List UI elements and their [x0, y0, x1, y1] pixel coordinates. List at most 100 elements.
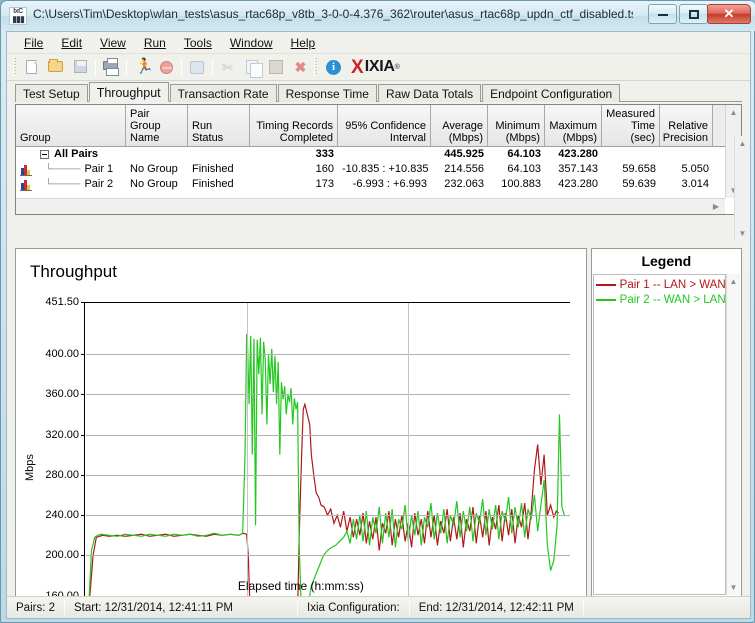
grid-column-header[interactable]: Pair Group Name: [126, 105, 188, 146]
legend-color-swatch: [595, 283, 616, 286]
collapse-expander-icon[interactable]: [40, 150, 49, 159]
status-configuration: Ixia Configuration:: [307, 601, 400, 614]
new-icon[interactable]: [20, 56, 44, 78]
column-header-line: Maximum: [549, 120, 597, 132]
y-tick-label: 320.00: [45, 428, 79, 441]
scroll-right-icon[interactable]: ▶: [709, 199, 723, 214]
menu-item-file[interactable]: File: [15, 34, 52, 52]
legend-label: Pair 2 -- WAN > LAN: [619, 293, 726, 306]
group-cell: All Pairs: [16, 148, 126, 161]
stop-icon[interactable]: [154, 56, 178, 78]
pair-group-name-cell: No Group: [130, 163, 178, 175]
run-icon[interactable]: 🏃: [130, 56, 154, 78]
doc-scroll-down-icon[interactable]: ▼: [735, 226, 750, 241]
maximum-cell: 423.280: [558, 148, 598, 160]
grid-column-header[interactable]: 95% Confidence Interval: [338, 105, 431, 146]
grid-horizontal-scrollbar[interactable]: ▶: [16, 198, 725, 214]
timing-records-cell: 333: [315, 148, 334, 160]
print-icon[interactable]: [99, 56, 123, 78]
status-divider-4: [582, 600, 584, 615]
grid-column-header[interactable]: Group: [16, 105, 126, 146]
menu-item-help[interactable]: Help: [282, 34, 325, 52]
minimum-cell: 64.103: [507, 148, 541, 160]
copy-icon[interactable]: [240, 56, 264, 78]
window-title: C:\Users\Tim\Desktop\wlan_tests\asus_rta…: [33, 7, 633, 21]
legend-vertical-scrollbar[interactable]: ▲ ▼: [726, 274, 740, 595]
grid-column-header[interactable]: Average (Mbps): [431, 105, 488, 146]
table-row[interactable]: All Pairs 333 445.925 64.103 423.280: [16, 147, 741, 162]
ixia-trademark: ®: [394, 63, 400, 71]
grid-column-header[interactable]: Timing Records Completed: [250, 105, 338, 146]
minimize-button[interactable]: [648, 4, 677, 24]
refresh-icon[interactable]: [185, 56, 209, 78]
grid-column-header[interactable]: Minimum (Mbps): [488, 105, 545, 146]
paste-icon[interactable]: [264, 56, 288, 78]
tab-raw-data-totals[interactable]: Raw Data Totals: [377, 84, 482, 102]
app-icon: IxC ▮▮▮: [9, 7, 27, 25]
column-header-line: (Mbps): [505, 132, 540, 144]
grid-column-header[interactable]: Maximum (Mbps): [545, 105, 602, 146]
table-row[interactable]: └──── Pair 1 No Group Finished 160 -10.835 : …: [16, 162, 741, 177]
menu-item-edit[interactable]: Edit: [52, 34, 91, 52]
column-header-line: Minimum: [495, 120, 540, 132]
chart-series-line: [87, 333, 565, 612]
results-grid: Group Pair Group Name Run Status Timing Reco…: [15, 104, 742, 215]
tab-endpoint-configuration[interactable]: Endpoint Configuration: [482, 84, 621, 102]
document-vertical-scrollbar[interactable]: ▲ ▼: [734, 136, 750, 241]
chart-title: Throughput: [30, 262, 117, 281]
ixia-logo: X IXIA ®: [351, 58, 400, 77]
toolbar-grip[interactable]: [13, 58, 16, 76]
average-cell: 214.556: [444, 163, 484, 175]
menu-item-window[interactable]: Window: [221, 34, 282, 52]
chart-row-icon[interactable]: [20, 179, 33, 191]
column-header-line: 95% Confidence: [345, 120, 426, 132]
confidence-interval-cell: -6.993 : +6.993: [352, 178, 427, 190]
cut-icon[interactable]: ✄: [216, 56, 240, 78]
tab-transaction-rate[interactable]: Transaction Rate: [169, 84, 277, 102]
doc-scroll-up-icon[interactable]: ▲: [735, 136, 750, 151]
column-header-line: Run Status: [192, 120, 224, 144]
info-icon[interactable]: i: [321, 56, 345, 78]
maximize-button[interactable]: [679, 4, 708, 24]
grid-column-header[interactable]: Measured Time (sec): [602, 105, 660, 146]
run-status-cell: Finished: [192, 178, 234, 190]
grid-header-row: Group Pair Group Name Run Status Timing Reco…: [16, 105, 741, 147]
menu-item-tools[interactable]: Tools: [175, 34, 221, 52]
legend-title: Legend: [591, 249, 741, 273]
scroll-up-icon[interactable]: ▲: [726, 105, 741, 120]
legend-scroll-down-icon[interactable]: ▼: [727, 580, 740, 595]
table-row[interactable]: └──── Pair 2 No Group Finished 173 -6.993 : +…: [16, 177, 741, 192]
plot-area: 0.0040.0080.00120.00160.00200.00240.0028…: [45, 296, 570, 612]
column-header-line: (Mbps): [448, 132, 483, 144]
close-button[interactable]: ✕: [707, 4, 751, 24]
minimum-cell: 64.103: [507, 163, 541, 175]
delete-icon[interactable]: ✖: [288, 56, 312, 78]
chart-row-icon[interactable]: [20, 164, 33, 176]
menu-item-view[interactable]: View: [91, 34, 135, 52]
tab-response-time[interactable]: Response Time: [277, 84, 377, 102]
menu-item-run[interactable]: Run: [135, 34, 175, 52]
legend-item[interactable]: Pair 1 -- LAN > WAN: [595, 277, 725, 292]
toolbar-separator-1: [95, 58, 96, 76]
y-gridline: [86, 353, 570, 355]
column-header-line: Timing Records: [256, 120, 333, 132]
y-tick-label: 451.50: [45, 296, 79, 308]
save-icon[interactable]: [68, 56, 92, 78]
tab-test-setup[interactable]: Test Setup: [15, 84, 88, 102]
tab-throughput[interactable]: Throughput: [88, 82, 169, 102]
column-header-line: Completed: [279, 132, 333, 144]
average-cell: 232.063: [444, 178, 484, 190]
column-header-line: Average: [442, 120, 483, 132]
toolbar-grip-2[interactable]: [314, 58, 317, 76]
grid-column-header[interactable]: Run Status: [188, 105, 250, 146]
open-folder-icon[interactable]: [44, 56, 68, 78]
y-gridline: [86, 394, 570, 396]
grid-column-header[interactable]: Relative Precision: [660, 105, 713, 146]
maximum-cell: 423.280: [558, 178, 598, 190]
y-gridline: [86, 515, 570, 517]
legend-item[interactable]: Pair 2 -- WAN > LAN: [595, 292, 726, 307]
title-bar: IxC ▮▮▮ C:\Users\Tim\Desktop\wlan_tests\a…: [1, 1, 755, 31]
legend-color-swatch: [595, 298, 616, 301]
chart-and-legend: Throughput Mbps 0.0040.0080.00120.00160.…: [15, 248, 742, 613]
legend-scroll-up-icon[interactable]: ▲: [727, 274, 740, 289]
